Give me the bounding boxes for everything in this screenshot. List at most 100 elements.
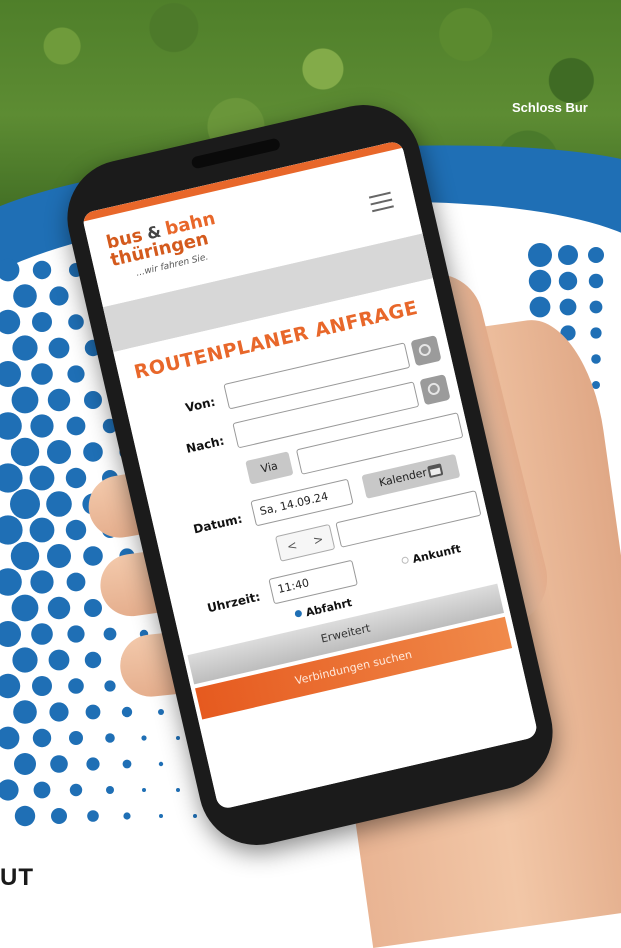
halftone-dot	[49, 702, 69, 722]
halftone-dot	[0, 568, 22, 596]
brand-logo[interactable]: bus & bahn thüringen ...wir fahren Sie.	[104, 208, 226, 288]
halftone-dot	[47, 388, 71, 412]
halftone-dot	[13, 700, 37, 724]
halftone-dot	[528, 243, 552, 267]
halftone-dot	[123, 812, 131, 820]
departure-label: Abfahrt	[304, 596, 354, 620]
date-label: Datum:	[192, 511, 244, 537]
from-location-button[interactable]	[410, 335, 442, 367]
halftone-dot	[51, 808, 67, 824]
halftone-dot	[31, 623, 53, 645]
halftone-dot	[84, 599, 102, 617]
halftone-dot	[87, 810, 99, 822]
halftone-dot	[121, 706, 133, 718]
halftone-dot	[11, 386, 39, 414]
halftone-dot	[69, 783, 83, 797]
halftone-dot	[559, 298, 577, 316]
to-location-button[interactable]	[419, 374, 451, 406]
halftone-dot	[32, 260, 52, 280]
halftone-dot	[86, 757, 100, 771]
location-icon	[426, 381, 442, 397]
halftone-dot	[85, 704, 101, 720]
halftone-dot	[83, 546, 103, 566]
halftone-dot	[528, 269, 552, 293]
halftone-dot	[529, 296, 551, 318]
halftone-dot	[47, 596, 71, 620]
halftone-dot	[46, 491, 72, 517]
halftone-dot	[32, 312, 52, 332]
halftone-dot	[47, 544, 71, 568]
halftone-dot	[65, 467, 87, 489]
halftone-dot	[104, 680, 116, 692]
halftone-dot	[29, 517, 55, 543]
halftone-dot	[66, 572, 86, 592]
halftone-dot	[0, 673, 21, 699]
date-extra-field[interactable]	[335, 490, 482, 548]
halftone-dot	[103, 627, 117, 641]
halftone-dot	[14, 805, 36, 827]
halftone-dot	[68, 314, 84, 330]
halftone-dot	[590, 327, 602, 339]
menu-icon[interactable]	[368, 191, 394, 213]
halftone-dot	[0, 621, 21, 647]
via-button[interactable]: Via	[245, 451, 294, 485]
halftone-dot	[48, 649, 70, 671]
halftone-dot	[12, 647, 38, 673]
halftone-dot	[591, 354, 601, 364]
halftone-dot	[176, 736, 180, 740]
halftone-dot	[47, 440, 71, 464]
halftone-dot	[49, 286, 69, 306]
halftone-dot	[141, 735, 147, 741]
halftone-dot	[558, 271, 578, 291]
calendar-icon	[427, 463, 444, 479]
halftone-dot	[65, 519, 87, 541]
calendar-label: Kalender	[377, 465, 429, 490]
arrival-label: Ankunft	[411, 542, 463, 566]
halftone-dot	[12, 335, 38, 361]
halftone-dot	[588, 247, 604, 263]
radio-unselected	[400, 556, 410, 565]
halftone-dot	[193, 814, 197, 818]
halftone-dot	[158, 709, 164, 715]
day-stepper[interactable]: < >	[274, 523, 336, 562]
halftone-dot	[13, 284, 37, 308]
phone-notch	[190, 137, 281, 170]
halftone-dot	[11, 594, 39, 622]
halftone-dot	[0, 463, 23, 493]
halftone-dot	[10, 437, 40, 467]
halftone-dot	[122, 759, 132, 769]
radio-selected	[294, 609, 303, 618]
halftone-dot	[66, 416, 86, 436]
halftone-dot	[30, 414, 54, 438]
time-label: Uhrzeit:	[205, 589, 262, 616]
halftone-dot	[0, 258, 20, 282]
halftone-dot	[158, 761, 164, 767]
halftone-dot	[176, 788, 180, 792]
halftone-dot	[29, 465, 55, 491]
halftone-dot	[48, 337, 70, 359]
halftone-dot	[558, 245, 578, 265]
halftone-dot	[0, 361, 21, 387]
chevron-left-icon[interactable]: <	[286, 538, 299, 554]
halftone-dot	[0, 309, 21, 335]
halftone-dot	[84, 391, 102, 409]
halftone-dot	[106, 786, 114, 794]
halftone-dot	[159, 814, 163, 818]
halftone-dot	[105, 733, 115, 743]
from-label: Von:	[184, 394, 217, 416]
arrival-radio[interactable]: Ankunft	[399, 537, 462, 569]
location-icon	[417, 342, 433, 358]
halftone-dot	[0, 515, 23, 545]
halftone-dot	[0, 726, 20, 750]
halftone-dot	[67, 365, 85, 383]
halftone-dot	[14, 753, 36, 775]
chevron-right-icon[interactable]: >	[312, 532, 325, 548]
halftone-dot	[30, 570, 54, 594]
halftone-dot	[10, 541, 40, 571]
halftone-dot	[67, 625, 85, 643]
halftone-dot	[32, 676, 52, 696]
halftone-dot	[84, 651, 102, 669]
to-label: Nach:	[184, 433, 226, 456]
calendar-button[interactable]: Kalender	[361, 453, 461, 499]
date-input[interactable]: Sa, 14.09.24	[250, 478, 354, 527]
